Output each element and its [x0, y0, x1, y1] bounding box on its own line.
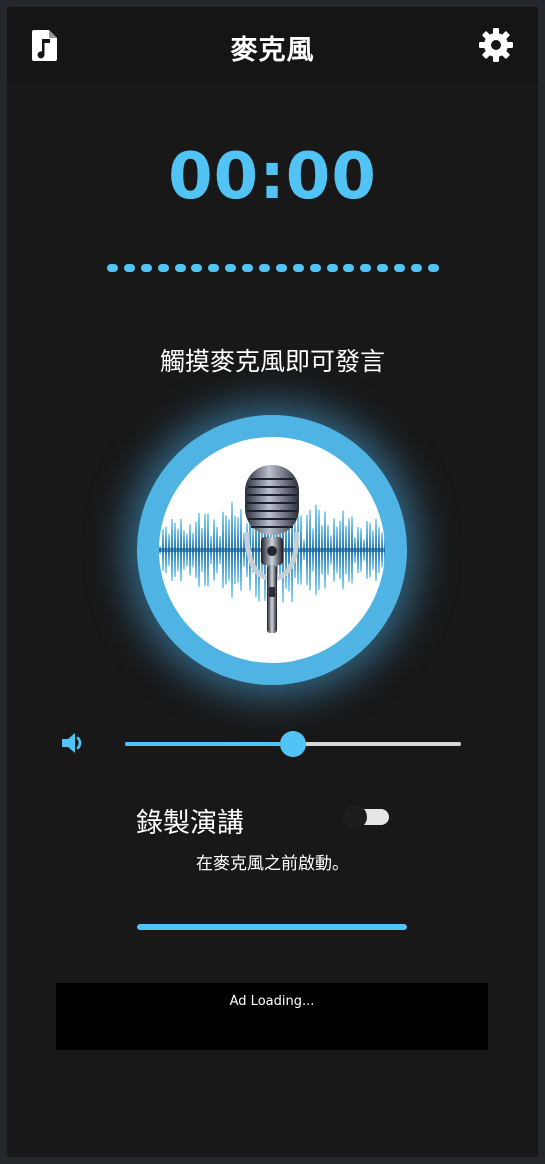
volume-slider[interactable]	[125, 731, 461, 757]
audio-level-meter	[107, 263, 439, 273]
level-dot	[123, 264, 135, 272]
level-dot	[275, 264, 287, 272]
level-dot	[292, 264, 304, 272]
level-dot	[107, 264, 118, 272]
level-dot	[208, 264, 220, 272]
level-dot	[225, 264, 237, 272]
toggle-knob	[343, 805, 367, 829]
level-dot	[140, 264, 152, 272]
level-dot	[259, 264, 271, 272]
app-screen: 麥克風 00:00 觸摸麥克風即可發言 錄製演講 在麥克風之前啟動。 Ad Lo…	[7, 7, 538, 1157]
volume-slider-thumb[interactable]	[280, 731, 306, 757]
level-dot	[157, 264, 169, 272]
record-speech-toggle[interactable]	[343, 805, 391, 829]
microphone-icon	[159, 437, 385, 663]
recording-timer: 00:00	[168, 140, 377, 214]
microphone-button[interactable]	[137, 415, 407, 685]
level-dot	[411, 264, 423, 272]
level-dot	[394, 264, 406, 272]
app-bar: 麥克風	[7, 7, 538, 82]
level-dot	[427, 264, 439, 272]
accent-divider	[137, 924, 407, 930]
page-title: 麥克風	[230, 35, 315, 66]
gear-icon[interactable]	[478, 27, 514, 63]
record-speech-label: 錄製演講	[136, 808, 244, 839]
speaker-icon	[59, 729, 87, 757]
ad-banner[interactable]: Ad Loading...	[56, 983, 488, 1050]
level-dot	[326, 264, 338, 272]
level-dot	[377, 264, 389, 272]
level-dot	[174, 264, 186, 272]
level-dot	[191, 264, 203, 272]
level-dot	[242, 264, 254, 272]
level-dot	[360, 264, 372, 272]
level-dot	[343, 264, 355, 272]
instruction-text: 觸摸麥克風即可發言	[159, 347, 385, 376]
ad-loading-text: Ad Loading...	[229, 994, 315, 1009]
record-hint-text: 在麥克風之前啟動。	[196, 854, 349, 874]
volume-slider-fill	[125, 742, 293, 746]
level-dot	[309, 264, 321, 272]
